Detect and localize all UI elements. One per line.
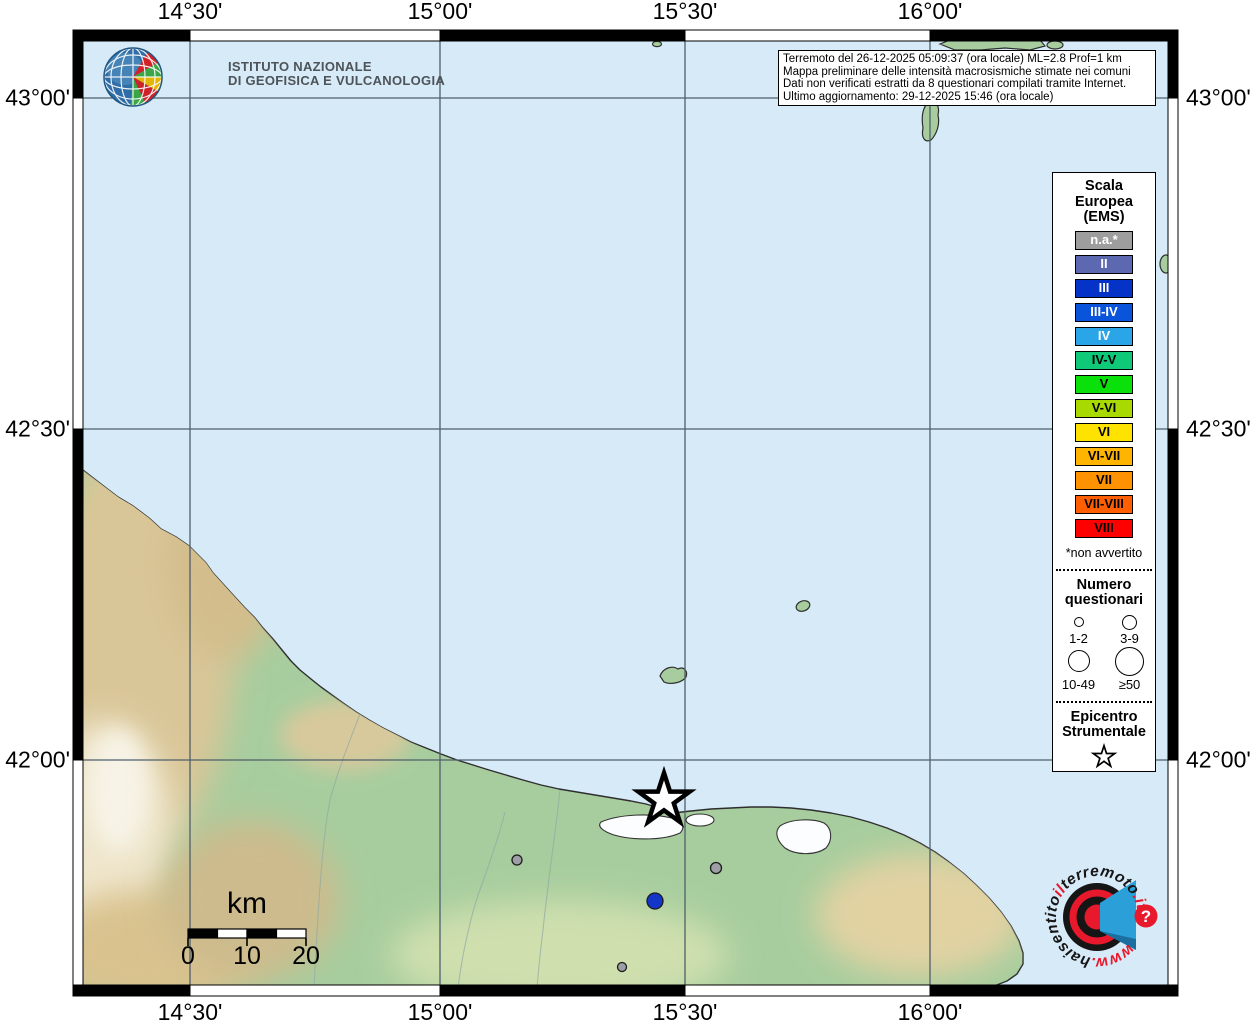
legend-chip-viii: VIII (1075, 519, 1133, 538)
legend-chip-vii-viii: VII-VIII (1075, 495, 1133, 514)
questionnaire-size-legend: 1-2 3-9 10-49 ≥50 (1053, 615, 1155, 692)
legend-chip-iii-iv: III-IV (1075, 303, 1133, 322)
size-label-50: ≥50 (1119, 677, 1141, 692)
scale-bar-unit: km (227, 887, 267, 920)
axis-label-left-1: 42°30' (0, 416, 70, 443)
epicenter-legend-star (1090, 743, 1118, 769)
size-circle-50 (1115, 647, 1144, 676)
observation-dot (711, 863, 722, 874)
size-circle-10-49 (1068, 650, 1090, 672)
axis-label-right-2: 42°00' (1186, 747, 1251, 774)
legend-epicenter-title-2: Strumentale (1053, 725, 1155, 741)
legend-footnote: *non avvertito (1053, 546, 1155, 560)
axis-label-top-2: 15°30' (653, 0, 718, 25)
ingv-line1: ISTITUTO NAZIONALE (228, 60, 445, 74)
axis-label-top-3: 16°00' (898, 0, 963, 25)
ingv-line2: DI GEOFISICA E VULCANOLOGIA (228, 74, 445, 88)
legend-chip-v-vi: V-VI (1075, 399, 1133, 418)
size-label-1-2: 1-2 (1069, 631, 1088, 646)
axis-label-left-2: 42°00' (0, 747, 70, 774)
question-mark: ? (1141, 907, 1151, 926)
scale-tick-20: 20 (292, 942, 320, 970)
legend-scale-title-2: Europea (1053, 195, 1155, 211)
legend-chip-vi-vii: VI-VII (1075, 447, 1133, 466)
legend-separator (1056, 701, 1152, 703)
observation-dot (618, 963, 627, 972)
axis-label-bottom-1: 15°00' (408, 999, 473, 1026)
event-info-line2: Mappa preliminare delle intensità macros… (783, 66, 1151, 79)
ingv-logo (104, 48, 162, 106)
legend-separator (1056, 569, 1152, 571)
legend-chip-iv: IV (1075, 327, 1133, 346)
axis-label-top-0: 14°30' (158, 0, 223, 25)
observation-dot (512, 855, 522, 865)
legend-chip-ii: II (1075, 255, 1133, 274)
legend-scale-title-1: Scala (1053, 179, 1155, 195)
size-label-10-49: 10-49 (1062, 677, 1095, 692)
scale-tick-10: 10 (233, 942, 261, 970)
legend-chip-vii: VII (1075, 471, 1133, 490)
legend-chip-vi: VI (1075, 423, 1133, 442)
axis-label-top-1: 15°00' (408, 0, 473, 25)
legend-panel: Scala Europea (EMS) n.a.* II III III-IV … (1052, 172, 1156, 772)
legend-chip-iv-v: IV-V (1075, 351, 1133, 370)
axis-label-right-1: 42°30' (1186, 416, 1251, 443)
legend-chip-na: n.a.* (1075, 231, 1133, 250)
size-label-3-9: 3-9 (1120, 631, 1139, 646)
event-info-line1: Terremoto del 26-12-2025 05:09:37 (ora l… (783, 53, 1151, 66)
axis-label-right-0: 43°00' (1186, 85, 1251, 112)
axis-label-left-0: 43°00' (0, 85, 70, 112)
axis-label-bottom-0: 14°30' (158, 999, 223, 1026)
size-circle-1-2 (1074, 617, 1084, 627)
observation-dot (647, 893, 663, 909)
scale-tick-0: 0 (181, 942, 195, 970)
legend-questionnaires-title-2: questionari (1053, 593, 1155, 609)
map-area (35, 36, 1172, 1010)
legend-chip-v: V (1075, 375, 1133, 394)
axis-label-bottom-3: 16°00' (898, 999, 963, 1026)
legend-chip-iii: III (1075, 279, 1133, 298)
event-info-line3: Dati non verificati estratti da 8 questi… (783, 78, 1151, 91)
size-circle-3-9 (1122, 615, 1137, 630)
event-info-line4: Ultimo aggiornamento: 29-12-2025 15:46 (… (783, 91, 1151, 104)
ingv-wordmark: ISTITUTO NAZIONALE DI GEOFISICA E VULCAN… (228, 60, 445, 88)
axis-label-bottom-2: 15°30' (653, 999, 718, 1026)
legend-scale-title-3: (EMS) (1053, 210, 1155, 226)
legend-epicenter-title-1: Epicentro (1053, 710, 1155, 726)
legend-questionnaires-title-1: Numero (1053, 578, 1155, 594)
event-info-box: Terremoto del 26-12-2025 05:09:37 (ora l… (778, 50, 1156, 106)
